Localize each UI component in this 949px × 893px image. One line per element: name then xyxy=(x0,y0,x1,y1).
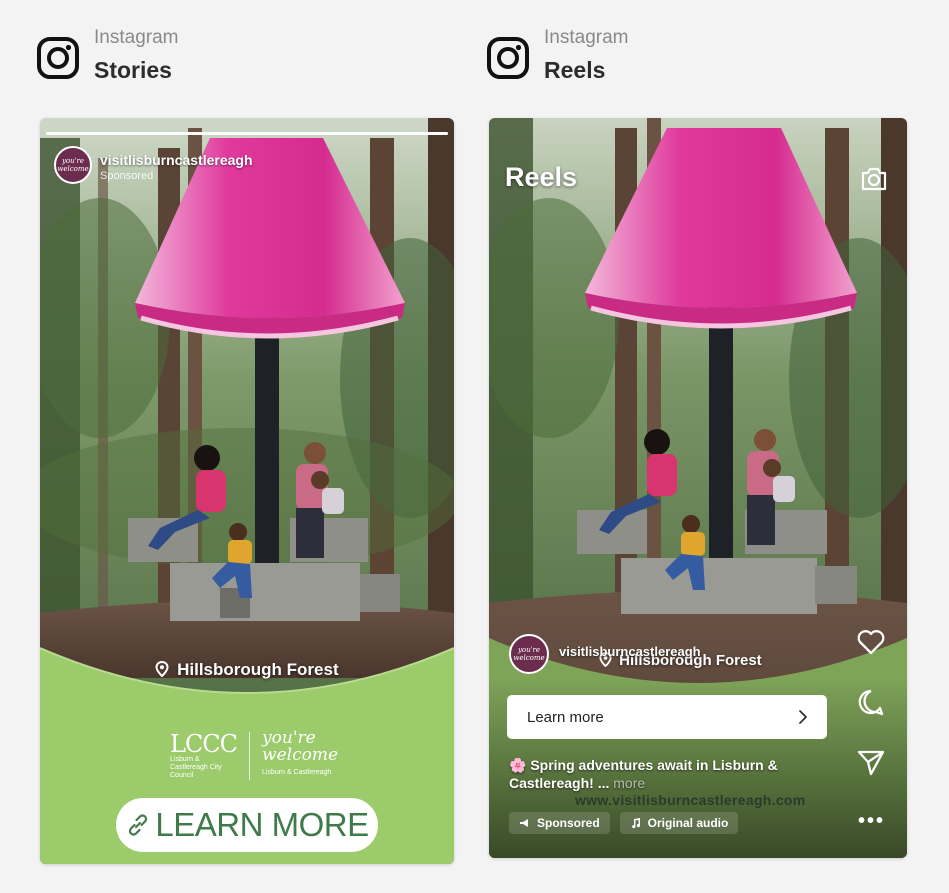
brand-logos: LCCC Lisburn & Castlereagh City Council … xyxy=(170,730,342,781)
stories-ad-preview[interactable]: you're welcome visitlisburncastlereagh S… xyxy=(40,118,454,864)
camera-icon[interactable] xyxy=(859,164,889,194)
learn-more-button[interactable]: LEARN MORE xyxy=(116,798,378,852)
instagram-icon xyxy=(487,37,529,79)
learn-more-label: LEARN MORE xyxy=(155,806,369,843)
story-progress-fill xyxy=(46,132,448,135)
more-icon[interactable]: ••• xyxy=(858,811,885,831)
story-progress-bar xyxy=(46,132,448,135)
heart-icon[interactable] xyxy=(855,626,887,658)
platform-label: Instagram xyxy=(94,27,179,48)
learn-more-button[interactable]: Learn more xyxy=(507,695,827,739)
placement-label: Stories xyxy=(94,57,172,83)
audio-pill[interactable]: Original audio xyxy=(619,812,739,834)
forest-photo xyxy=(489,118,907,858)
sponsored-label: Sponsored xyxy=(100,170,154,182)
caption-more-link[interactable]: more xyxy=(613,775,645,791)
welcome-subtext: Lisburn & Castlereagh xyxy=(262,769,332,776)
reel-account[interactable]: you're welcome visitlisburncastlereagh xyxy=(509,634,701,674)
reel-caption: 🌸 Spring adventures await in Lisburn & C… xyxy=(509,756,809,792)
logo-subtext: Lisburn & Castlereagh City Council xyxy=(170,755,222,779)
music-note-icon xyxy=(631,818,640,829)
avatar[interactable]: you're welcome xyxy=(509,634,549,674)
sponsored-pill[interactable]: Sponsored xyxy=(509,812,610,834)
avatar[interactable]: you're welcome xyxy=(54,146,92,184)
sponsored-label: Sponsored xyxy=(537,816,600,830)
location-label: Hillsborough Forest xyxy=(40,660,454,680)
placement-label: Reels xyxy=(544,57,606,83)
account-handle[interactable]: visitlisburncastlereagh xyxy=(100,152,253,168)
link-icon xyxy=(129,814,148,836)
chevron-right-icon xyxy=(799,710,807,724)
audio-label: Original audio xyxy=(647,816,729,830)
learn-more-label: Learn more xyxy=(527,708,604,726)
instagram-icon xyxy=(37,37,79,79)
platform-label: Instagram xyxy=(544,27,629,48)
logo-mark: LCCC xyxy=(170,729,238,758)
reels-ad-preview[interactable]: Reels Hillsborough Forest you're welcome… xyxy=(489,118,907,858)
brand-divider xyxy=(249,731,251,780)
reel-url: www.visitlisburncastlereagh.com xyxy=(575,792,806,808)
send-icon[interactable] xyxy=(855,746,887,778)
reels-title: Reels xyxy=(505,162,578,192)
megaphone-icon xyxy=(520,819,528,827)
welcome-text: you're welcome xyxy=(262,728,339,765)
welcome-logo: you're welcome Lisburn & Castlereagh xyxy=(262,730,342,781)
reels-header: Instagram Reels xyxy=(486,24,628,86)
lccc-logo: LCCC Lisburn & Castlereagh City Council xyxy=(170,729,238,780)
account-handle[interactable]: visitlisburncastlereagh xyxy=(559,644,701,659)
map-pin-icon xyxy=(155,660,169,678)
stories-header: Instagram Stories xyxy=(36,24,178,86)
story-account[interactable]: you're welcome visitlisburncastlereagh S… xyxy=(54,146,253,184)
reel-pills: Sponsored Original audio xyxy=(509,812,748,834)
comment-icon[interactable] xyxy=(855,686,887,718)
location-text: Hillsborough Forest xyxy=(177,660,339,679)
reel-actions xyxy=(855,626,889,806)
